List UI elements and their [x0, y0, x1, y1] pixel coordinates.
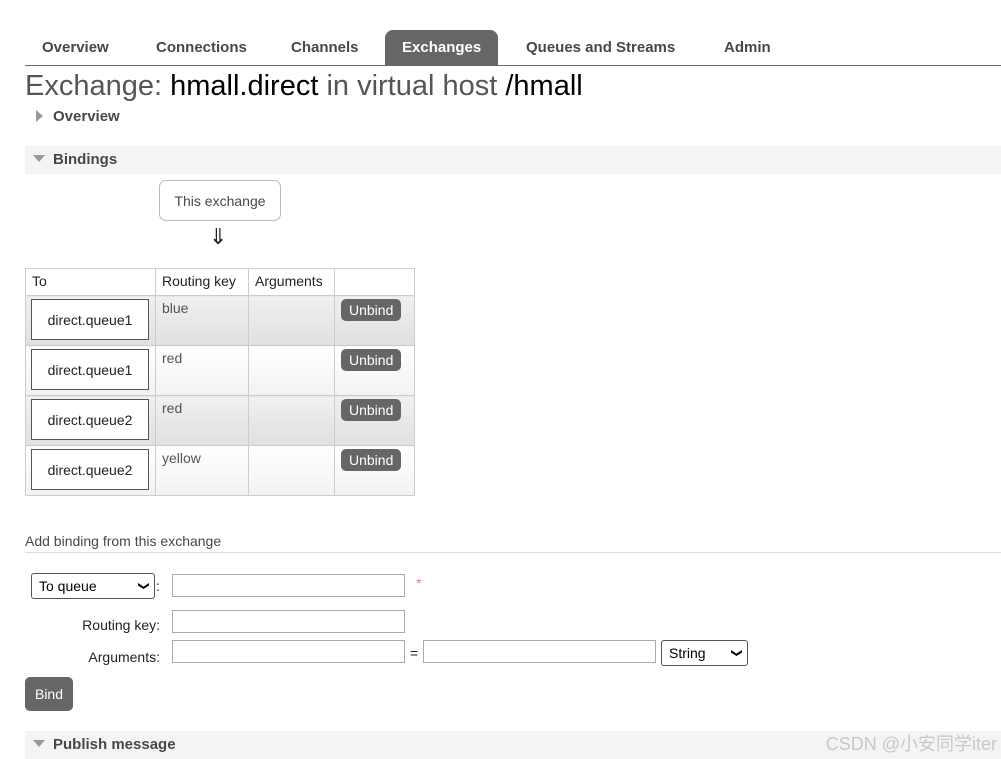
section-overview-label: Overview — [53, 108, 120, 125]
argument-type-select[interactable]: String ❯ — [661, 640, 748, 666]
queue-link[interactable]: direct.queue1 — [31, 299, 149, 340]
title-middle: in virtual host — [318, 70, 506, 102]
routing-key-input[interactable] — [172, 610, 405, 633]
table-row: direct.queue1 red Unbind — [25, 345, 415, 396]
collapse-triangle-icon — [33, 155, 45, 162]
col-header-routing-key: Routing key — [155, 268, 249, 296]
destination-colon: : — [156, 578, 160, 594]
top-nav: Overview Connections Channels Exchanges … — [25, 30, 1001, 66]
routing-key-cell: blue — [162, 300, 189, 316]
vhost-name: /hmall — [505, 70, 583, 102]
arguments-cell — [249, 296, 334, 304]
watermark: CSDN @小安同学iter — [825, 734, 997, 754]
col-header-to: To — [25, 268, 156, 296]
down-arrow-icon: ⇓ — [209, 224, 228, 249]
destination-name-input[interactable] — [172, 574, 405, 597]
argument-value-input[interactable] — [423, 640, 656, 663]
bindings-table: To Routing key Arguments direct.queue1 b… — [25, 268, 415, 496]
tab-overview[interactable]: Overview — [25, 30, 126, 65]
unbind-button[interactable]: Unbind — [341, 449, 402, 471]
arguments-cell — [249, 346, 334, 354]
add-binding-title: Add binding from this exchange — [25, 533, 1001, 553]
expand-triangle-icon — [36, 110, 43, 122]
routing-key-cell: yellow — [162, 450, 201, 466]
queue-link[interactable]: direct.queue1 — [31, 349, 149, 390]
col-header-actions — [334, 268, 415, 296]
section-publish-label: Publish message — [53, 736, 176, 753]
routing-key-cell: red — [162, 400, 183, 416]
tab-exchanges[interactable]: Exchanges — [385, 30, 499, 65]
tab-connections[interactable]: Connections — [139, 30, 264, 65]
section-bindings-toggle[interactable]: Bindings — [25, 146, 1001, 174]
this-exchange-box: This exchange — [159, 180, 281, 221]
equals-sign: = — [410, 645, 419, 661]
destination-type-value: To queue — [39, 578, 97, 594]
table-row: direct.queue2 yellow Unbind — [25, 445, 415, 496]
collapse-triangle-icon — [33, 740, 45, 747]
section-overview-toggle[interactable]: Overview — [36, 108, 120, 125]
routing-key-label: Routing key: — [82, 617, 160, 633]
section-bindings-label: Bindings — [53, 151, 118, 168]
bind-button[interactable]: Bind — [25, 677, 73, 711]
destination-type-select[interactable]: To queue ❯ — [31, 573, 155, 599]
queue-link[interactable]: direct.queue2 — [31, 399, 149, 440]
chevron-down-icon: ❯ — [137, 581, 150, 591]
argument-type-value: String — [669, 645, 706, 661]
queue-link[interactable]: direct.queue2 — [31, 449, 149, 490]
tab-admin[interactable]: Admin — [707, 30, 788, 65]
col-header-arguments: Arguments — [248, 268, 335, 296]
table-header-row: To Routing key Arguments — [25, 268, 415, 296]
tab-channels[interactable]: Channels — [274, 30, 376, 65]
arguments-label: Arguments: — [88, 649, 160, 665]
unbind-button[interactable]: Unbind — [341, 349, 402, 371]
unbind-button[interactable]: Unbind — [341, 399, 402, 421]
page-title: Exchange: hmall.direct in virtual host /… — [25, 70, 583, 103]
table-row: direct.queue1 blue Unbind — [25, 295, 415, 346]
arguments-cell — [249, 396, 334, 404]
unbind-button[interactable]: Unbind — [341, 299, 402, 321]
title-prefix: Exchange: — [25, 70, 171, 102]
exchange-name: hmall.direct — [170, 70, 319, 102]
table-row: direct.queue2 red Unbind — [25, 395, 415, 446]
argument-key-input[interactable] — [172, 640, 405, 663]
chevron-down-icon: ❯ — [730, 648, 743, 658]
required-marker: * — [416, 575, 422, 591]
routing-key-cell: red — [162, 350, 183, 366]
arguments-cell — [249, 446, 334, 454]
tab-queues-and-streams[interactable]: Queues and Streams — [509, 30, 692, 65]
